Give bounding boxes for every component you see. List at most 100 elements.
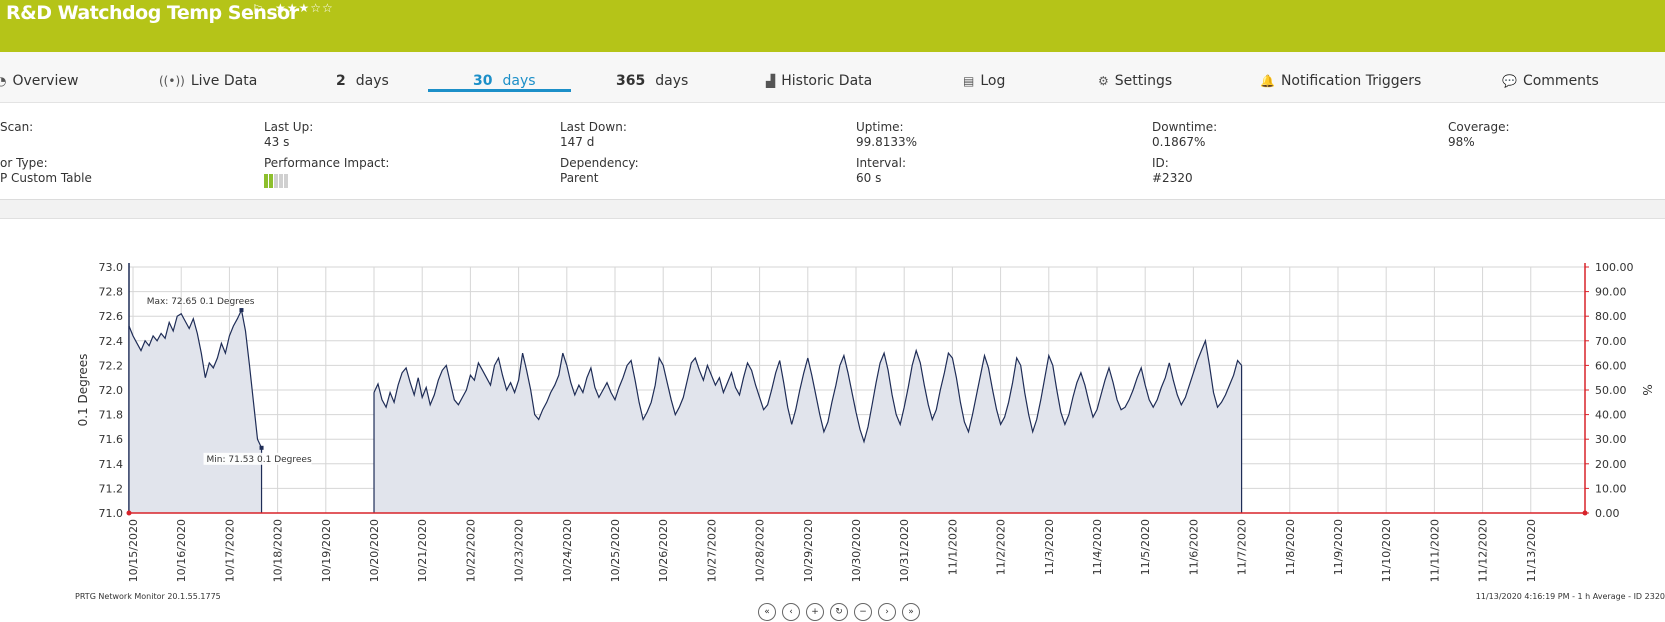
chart-timestamp: 11/13/2020 4:16:19 PM - 1 h Average - ID… bbox=[1475, 592, 1665, 601]
scroll-right-button[interactable]: › bbox=[878, 603, 896, 621]
chart-icon: ▟ bbox=[766, 74, 776, 88]
x-tick-label: 10/18/2020 bbox=[272, 519, 285, 582]
y-tick-label: 71.2 bbox=[99, 482, 124, 495]
tab-30-days[interactable]: 30 days bbox=[473, 73, 536, 89]
y-tick-label: 72.8 bbox=[99, 286, 124, 299]
history-chart: 73.0 100.00 72.8 90.00 72.6 80.00 72.4 70.00 72.… bbox=[76, 261, 1654, 582]
sensor-type-label: or Type: bbox=[0, 156, 48, 170]
x-tick-label: 10/17/2020 bbox=[223, 519, 236, 582]
sensor-header: R&D Watchdog Temp Sensor ⚐ ★★★☆☆ bbox=[0, 0, 1665, 52]
tab-live-data[interactable]: ((•)) Live Data bbox=[159, 73, 257, 89]
sensor-info-panel: Scan: or Type: P Custom Table Last Up: 4… bbox=[0, 103, 1665, 200]
downtime-value: 0.1867% bbox=[1152, 135, 1206, 149]
live-data-icon: ((•)) bbox=[159, 74, 185, 88]
tab-comments[interactable]: 💬 Comments bbox=[1502, 73, 1599, 89]
scroll-left-button[interactable]: ‹ bbox=[782, 603, 800, 621]
x-tick-label: 11/9/2020 bbox=[1332, 519, 1345, 575]
y-tick-label: 71.6 bbox=[99, 433, 124, 446]
y-right-tick-label: 90.00 bbox=[1595, 286, 1627, 299]
dependency-label: Dependency: bbox=[560, 156, 639, 170]
perf-bar bbox=[264, 174, 268, 188]
last-up-label: Last Up: bbox=[264, 120, 314, 134]
y-right-tick-label: 30.00 bbox=[1595, 433, 1627, 446]
y-tick-label: 72.4 bbox=[99, 335, 124, 348]
scroll-start-button[interactable]: « bbox=[758, 603, 776, 621]
x-tick-label: 10/24/2020 bbox=[561, 519, 574, 582]
uptime-value: 99.8133% bbox=[856, 135, 918, 149]
min-marker bbox=[259, 445, 264, 450]
x-tick-label: 10/29/2020 bbox=[802, 519, 815, 582]
perf-bar bbox=[274, 174, 278, 188]
perf-bar bbox=[269, 174, 273, 188]
tab-bar: ◔ Overview ((•)) Live Data 2 days 30 days 36… bbox=[0, 52, 1665, 103]
y-right-tick-label: 80.00 bbox=[1595, 310, 1627, 323]
log-icon: ▤ bbox=[963, 74, 975, 88]
baseline-point bbox=[126, 510, 132, 516]
y-tick-label: 71.8 bbox=[99, 409, 124, 422]
reset-zoom-button[interactable]: ↻ bbox=[830, 603, 848, 621]
tab-365-days[interactable]: 365 days bbox=[616, 73, 688, 89]
x-tick-label: 11/10/2020 bbox=[1380, 519, 1393, 582]
x-tick-label: 10/21/2020 bbox=[416, 519, 429, 582]
perf-bar bbox=[284, 174, 288, 188]
dependency-value[interactable]: Parent bbox=[560, 171, 598, 185]
y-tick-label: 73.0 bbox=[99, 261, 124, 274]
x-tick-label: 11/6/2020 bbox=[1187, 519, 1200, 575]
y-tick-label: 72.2 bbox=[99, 359, 124, 372]
tab-2-days[interactable]: 2 days bbox=[336, 73, 389, 89]
y-right-tick-label: 40.00 bbox=[1595, 409, 1627, 422]
zoom-in-button[interactable]: + bbox=[806, 603, 824, 621]
interval-value: 60 s bbox=[856, 171, 882, 185]
x-tick-label: 11/1/2020 bbox=[946, 519, 959, 575]
bell-icon: 🔔 bbox=[1260, 74, 1275, 88]
coverage-label: Coverage: bbox=[1448, 120, 1510, 134]
y-right-tick-label: 20.00 bbox=[1595, 458, 1627, 471]
x-tick-label: 11/8/2020 bbox=[1284, 519, 1297, 575]
x-tick-label: 11/4/2020 bbox=[1091, 519, 1104, 575]
x-tick-label: 11/3/2020 bbox=[1043, 519, 1056, 575]
x-tick-label: 10/31/2020 bbox=[898, 519, 911, 582]
x-tick-label: 10/19/2020 bbox=[320, 519, 333, 582]
y-right-axis-title: % bbox=[1640, 384, 1654, 395]
min-label: Min: 71.53 0.1 Degrees bbox=[207, 455, 312, 465]
x-tick-label: 10/25/2020 bbox=[609, 519, 622, 582]
y-right-tick-label: 60.00 bbox=[1595, 359, 1627, 372]
performance-impact-meter bbox=[264, 173, 289, 188]
y-tick-label: 72.0 bbox=[99, 384, 124, 397]
tab-log[interactable]: ▤ Log bbox=[963, 73, 1005, 89]
y-right-tick-label: 0.00 bbox=[1595, 507, 1620, 520]
tab-settings[interactable]: ⚙ Settings bbox=[1098, 73, 1172, 89]
x-tick-label: 11/12/2020 bbox=[1477, 519, 1490, 582]
priority-stars[interactable]: ★★★☆☆ bbox=[275, 1, 334, 15]
y-right-tick-label: 50.00 bbox=[1595, 384, 1627, 397]
tab-notification-triggers[interactable]: 🔔 Notification Triggers bbox=[1260, 73, 1421, 89]
section-divider bbox=[0, 200, 1665, 219]
interval-label: Interval: bbox=[856, 156, 906, 170]
zoom-out-button[interactable]: − bbox=[854, 603, 872, 621]
x-tick-label: 10/30/2020 bbox=[850, 519, 863, 582]
y-right-tick-label: 10.00 bbox=[1595, 482, 1627, 495]
x-tick-label: 10/20/2020 bbox=[368, 519, 381, 582]
x-tick-label: 11/5/2020 bbox=[1139, 519, 1152, 575]
performance-impact-label: Performance Impact: bbox=[264, 156, 390, 170]
active-tab-indicator bbox=[428, 89, 571, 92]
x-tick-label: 11/11/2020 bbox=[1428, 519, 1441, 582]
gear-icon: ⚙ bbox=[1098, 74, 1109, 88]
uptime-label: Uptime: bbox=[856, 120, 904, 134]
tab-overview[interactable]: ◔ Overview bbox=[0, 73, 78, 89]
last-down-label: Last Down: bbox=[560, 120, 627, 134]
x-tick-label: 10/28/2020 bbox=[754, 519, 767, 582]
scan-label: Scan: bbox=[0, 120, 34, 134]
x-tick-label: 10/22/2020 bbox=[464, 519, 477, 582]
id-value: #2320 bbox=[1152, 171, 1193, 185]
y-tick-label: 71.0 bbox=[99, 507, 124, 520]
product-version: PRTG Network Monitor 20.1.55.1775 bbox=[75, 592, 221, 601]
x-tick-label: 10/23/2020 bbox=[513, 519, 526, 582]
tab-historic-data[interactable]: ▟ Historic Data bbox=[766, 73, 872, 89]
flag-icon[interactable]: ⚐ bbox=[252, 3, 264, 18]
scroll-end-button[interactable]: » bbox=[902, 603, 920, 621]
y-tick-label: 71.4 bbox=[99, 458, 124, 471]
perf-bar bbox=[279, 174, 283, 188]
y-axis-title: 0.1 Degrees bbox=[76, 354, 90, 427]
x-tick-label: 11/2/2020 bbox=[995, 519, 1008, 575]
